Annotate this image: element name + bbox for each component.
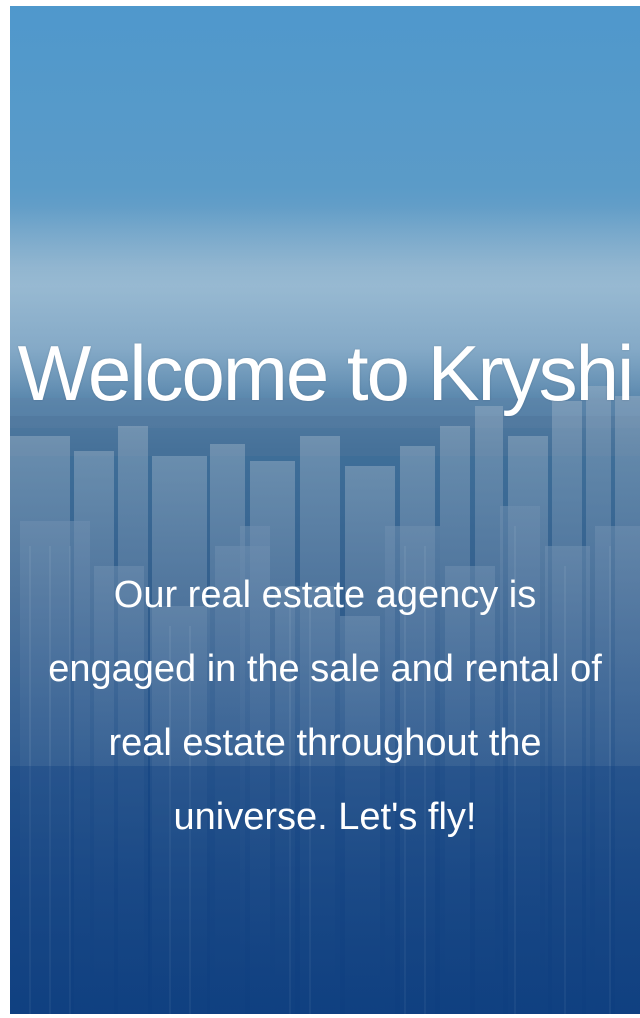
hero-content: Welcome to Kryshi Our real estate agency… [10,6,640,1014]
hero-title: Welcome to Kryshi [17,329,635,417]
hero-description: Our real estate agency is engaged in the… [48,574,602,838]
hero-banner: Welcome to Kryshi Our real estate agency… [10,6,640,1014]
